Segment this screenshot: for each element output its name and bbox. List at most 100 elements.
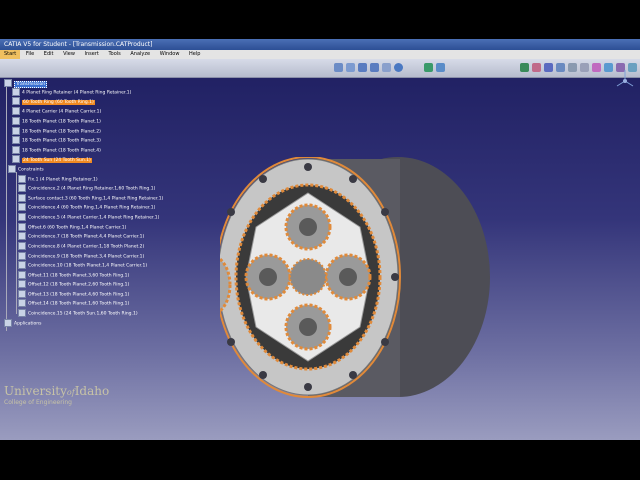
part-icon [12,88,20,96]
tree-part-label: 18 Tooth Planet (18 Tooth Planet.1) [22,119,101,125]
tree-constraint-item[interactable]: Coincidence.7 (18 Tooth Planet.4,4 Plane… [18,232,144,240]
tree-constraint-label: Coincidence.5 (4 Planet Carrier.1,4 Plan… [28,215,160,221]
fix-icon[interactable] [532,63,541,72]
render-style-icon[interactable] [394,63,403,72]
menu-insert[interactable]: Insert [81,50,103,59]
part-icon [12,127,20,135]
product-icon [4,79,12,87]
rotate-icon[interactable] [346,63,355,72]
tree-constraint-label: Coincidence.9 (18 Tooth Planet.3,4 Plane… [28,254,145,260]
tree-applications-node[interactable]: Applications [4,319,42,327]
contact-icon[interactable] [556,63,565,72]
explode-icon[interactable] [604,63,613,72]
coincidence-icon[interactable] [544,63,553,72]
constraint-icon [18,232,26,240]
tree-part-label: 60 Tooth Ring (60 Tooth Ring.1) [22,99,95,105]
menu-file[interactable]: File [22,50,38,59]
tree-part-item[interactable]: 60 Tooth Ring (60 Tooth Ring.1) [12,97,95,105]
logo-idaho: Idaho [74,384,110,398]
angle-icon[interactable] [580,63,589,72]
tree-constraint-label: Offset.6 (60 Tooth Ring.1,4 Planet Carri… [28,225,127,231]
toolbar [0,59,640,78]
tree-part-item[interactable]: 4 Planet Carrier (4 Planet Carrier.1) [12,107,101,115]
constraint-icon [18,280,26,288]
constraint-icon [18,175,26,183]
university-logo: UniversityofIdaho College of Engineering [4,384,109,406]
gear-assembly-3d-model[interactable] [220,157,500,415]
tree-part-label: 24 Tooth Sun (24 Tooth Sun.1) [22,157,92,163]
tree-constraint-item[interactable]: Coincidence.10 (18 Tooth Planet.1,4 Plan… [18,261,147,269]
tree-constraint-item[interactable]: Fix.1 (4 Planet Ring Retainer.1) [18,175,98,183]
tree-part-item[interactable]: 18 Tooth Planet (18 Tooth Planet.1) [12,117,101,125]
constraint-icon[interactable] [520,63,529,72]
menu-analyze[interactable]: Analyze [126,50,154,59]
tree-constraint-label: Offset.12 (18 Tooth Planet.2,60 Tooth Ri… [28,282,130,288]
tree-constraints-label: Constraints [18,167,44,173]
tree-part-label: 18 Tooth Planet (18 Tooth Planet.2) [22,129,101,135]
offset-icon[interactable] [568,63,577,72]
constraint-icon [18,299,26,307]
tree-constraint-label: Coincidence.8 (4 Planet Carrier.1,18 Too… [28,244,145,250]
catia-window: CATIA V5 for Student - [Transmission.CAT… [0,39,640,440]
update-icon[interactable] [424,63,433,72]
tree-root[interactable]: Transmission [4,79,48,88]
tree-part-item[interactable]: 4 Planet Ring Retainer (4 Planet Ring Re… [12,88,131,96]
logo-university: University [4,384,67,398]
tree-part-item[interactable]: 18 Tooth Planet (18 Tooth Planet.4) [12,146,101,154]
tree-part-item[interactable]: 24 Tooth Sun (24 Tooth Sun.1) [12,155,92,163]
tree-constraints-node[interactable]: Constraints [8,165,44,173]
tree-constraint-label: Coincidence.7 (18 Tooth Planet.4,4 Plane… [28,234,145,240]
menu-tools[interactable]: Tools [104,50,124,59]
constraint-icon [18,223,26,231]
tree-constraint-label: Coincidence.15 (24 Tooth Sun.1,60 Tooth … [28,311,138,317]
menu-help[interactable]: Help [185,50,204,59]
constraint-icon [18,261,26,269]
tree-constraint-item[interactable]: Offset.12 (18 Tooth Planet.2,60 Tooth Ri… [18,280,129,288]
tree-constraint-item[interactable]: Offset.11 (18 Tooth Planet.3,60 Tooth Ri… [18,271,129,279]
tree-constraint-item[interactable]: Coincidence.8 (4 Planet Carrier.1,18 Too… [18,242,144,250]
menu-start[interactable]: Start [0,50,21,59]
tree-constraint-item[interactable]: Surface contact.3 (60 Tooth Ring.1,4 Pla… [18,194,163,202]
catalog-icon[interactable] [592,63,601,72]
sun-gear [289,258,327,296]
tree-constraint-item[interactable]: Offset.13 (18 Tooth Planet.4,60 Tooth Ri… [18,290,129,298]
constraint-icon [18,290,26,298]
tree-constraint-item[interactable]: Offset.14 (18 Tooth Planet.1,60 Tooth Ri… [18,299,129,307]
constraint-icon [18,252,26,260]
product-icon[interactable] [436,63,445,72]
constraint-icon [18,309,26,317]
menu-window[interactable]: Window [156,50,184,59]
menu-edit[interactable]: Edit [40,50,58,59]
part-icon [12,146,20,154]
part-icon [12,117,20,125]
tree-part-label: 18 Tooth Planet (18 Tooth Planet.4) [22,148,101,154]
constraint-icon [18,213,26,221]
tree-constraint-label: Offset.11 (18 Tooth Planet.3,60 Tooth Ri… [28,273,130,279]
tree-part-label: 18 Tooth Planet (18 Tooth Planet.3) [22,138,101,144]
tree-constraint-item[interactable]: Coincidence.5 (4 Planet Carrier.1,4 Plan… [18,213,159,221]
tree-root-label: Transmission [14,80,48,88]
tree-constraint-label: Fix.1 (4 Planet Ring Retainer.1) [28,177,98,183]
zoom-in-icon[interactable] [358,63,367,72]
tree-part-item[interactable]: 18 Tooth Planet (18 Tooth Planet.3) [12,136,101,144]
constraint-icon [18,271,26,279]
logo-college: College of Engineering [4,399,72,406]
tree-constraint-item[interactable]: Coincidence.15 (24 Tooth Sun.1,60 Tooth … [18,309,138,317]
tree-constraint-item[interactable]: Coincidence.9 (18 Tooth Planet.3,4 Plane… [18,252,144,260]
tree-constraint-label: Coincidence.4 (60 Tooth Ring.1,4 Planet … [28,205,156,211]
tree-constraint-item[interactable]: Offset.6 (60 Tooth Ring.1,4 Planet Carri… [18,223,126,231]
tree-applications-label: Applications [14,321,42,327]
tree-constraint-item[interactable]: Coincidence.4 (60 Tooth Ring.1,4 Planet … [18,203,155,211]
pan-icon[interactable] [334,63,343,72]
compass-icon[interactable] [614,67,636,93]
tree-part-item[interactable]: 18 Tooth Planet (18 Tooth Planet.2) [12,127,101,135]
window-title: CATIA V5 for Student - [Transmission.CAT… [4,41,153,48]
zoom-out-icon[interactable] [370,63,379,72]
constraint-icon [18,184,26,192]
normal-view-icon[interactable] [382,63,391,72]
menu-bar: Start File Edit View Insert Tools Analyz… [0,50,640,59]
tree-constraint-item[interactable]: Coincidence.2 (4 Planet Ring Retainer.1,… [18,184,155,192]
logo-of: of [66,388,75,397]
part-icon [12,107,20,115]
menu-view[interactable]: View [59,50,79,59]
